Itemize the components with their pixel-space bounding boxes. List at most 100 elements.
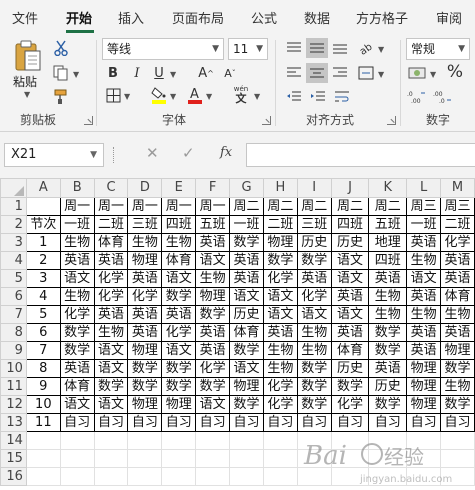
cell[interactable]: 生物 <box>440 305 475 324</box>
merge-dropdown-caret[interactable]: ▼ <box>378 70 384 79</box>
cell[interactable]: 生物 <box>59 233 95 252</box>
cell[interactable]: 体育 <box>59 377 95 396</box>
cell[interactable]: 语文 <box>262 287 298 306</box>
cell[interactable]: 语文 <box>229 287 264 306</box>
empty-cell[interactable] <box>229 467 264 486</box>
empty-cell[interactable] <box>195 431 231 450</box>
cell[interactable]: 自习 <box>262 413 298 432</box>
empty-cell[interactable] <box>59 449 95 468</box>
cell[interactable]: 化学 <box>262 377 298 396</box>
empty-cell[interactable] <box>127 467 163 486</box>
align-center-icon[interactable] <box>306 63 328 83</box>
cell[interactable]: 英语 <box>229 269 264 288</box>
cell[interactable]: 语文 <box>262 305 298 324</box>
tab-file[interactable]: 文件 <box>12 8 38 27</box>
cell[interactable]: 周二 <box>296 197 332 216</box>
column-header-g[interactable]: G <box>229 178 264 198</box>
empty-cell[interactable] <box>368 431 408 450</box>
cell[interactable]: 语文 <box>330 305 370 324</box>
phonetic-guide-icon[interactable]: wén 文 <box>230 84 252 106</box>
cell[interactable]: 体育 <box>229 323 264 342</box>
cell[interactable]: 数学 <box>330 377 370 396</box>
cell[interactable]: 语文 <box>59 395 95 414</box>
cell[interactable]: 英语 <box>368 269 408 288</box>
cell[interactable]: 数学 <box>368 395 408 414</box>
paste-icon[interactable] <box>10 38 46 74</box>
decrease-font-size-icon[interactable]: Aˇ <box>220 64 240 82</box>
empty-cell[interactable] <box>161 431 197 450</box>
cell[interactable]: 英语 <box>406 233 442 252</box>
empty-cell[interactable] <box>330 449 370 468</box>
cell[interactable]: 生物 <box>368 287 408 306</box>
cell[interactable]: 二班 <box>93 215 129 234</box>
cell[interactable]: 周一 <box>127 197 163 216</box>
cell[interactable]: 数学 <box>296 377 332 396</box>
decrease-decimal-icon[interactable]: .00.0 <box>432 88 454 106</box>
tab-home[interactable]: 开始 <box>66 8 92 27</box>
cell[interactable]: 3 <box>25 269 61 288</box>
cell[interactable]: 英语 <box>330 323 370 342</box>
cell[interactable]: 自习 <box>195 413 231 432</box>
column-header-l[interactable]: L <box>406 178 442 198</box>
align-middle-icon[interactable] <box>306 38 328 58</box>
cell[interactable]: 英语 <box>262 323 298 342</box>
accounting-dropdown-caret[interactable]: ▼ <box>430 70 436 79</box>
cell[interactable]: 语文 <box>195 251 231 270</box>
empty-cell[interactable] <box>59 467 95 486</box>
empty-cell[interactable] <box>296 467 332 486</box>
font-dialog-launcher-icon[interactable] <box>262 116 271 125</box>
cell[interactable]: 自习 <box>368 413 408 432</box>
row-header[interactable]: 7 <box>0 305 27 324</box>
cell[interactable]: 周一 <box>93 197 129 216</box>
empty-cell[interactable] <box>296 431 332 450</box>
cell[interactable]: 英语 <box>440 269 475 288</box>
cell[interactable]: 自习 <box>229 413 264 432</box>
cell[interactable]: 语文 <box>195 395 231 414</box>
cell[interactable]: 生物 <box>93 323 129 342</box>
font-color-icon[interactable]: A <box>186 85 204 105</box>
cell[interactable]: 周一 <box>195 197 231 216</box>
cell[interactable]: 数学 <box>59 341 95 360</box>
tab-page-layout[interactable]: 页面布局 <box>172 8 224 27</box>
cell[interactable]: 历史 <box>330 233 370 252</box>
cell[interactable]: 数学 <box>368 323 408 342</box>
cell[interactable]: 语文 <box>93 395 129 414</box>
cell[interactable]: 化学 <box>262 395 298 414</box>
cell[interactable]: 数学 <box>59 323 95 342</box>
cell[interactable]: 生物 <box>440 377 475 396</box>
cell[interactable]: 数学 <box>161 377 197 396</box>
font-size-select[interactable]: 11 ▼ <box>228 38 268 60</box>
column-header-a[interactable]: A <box>25 178 61 198</box>
empty-cell[interactable] <box>127 449 163 468</box>
empty-cell[interactable] <box>25 467 61 486</box>
cell[interactable]: 英语 <box>296 269 332 288</box>
cell[interactable]: 2 <box>25 251 61 270</box>
cell[interactable]: 5 <box>25 305 61 324</box>
cell[interactable]: 自习 <box>161 413 197 432</box>
cell[interactable]: 语文 <box>406 269 442 288</box>
underline-icon[interactable]: U <box>150 64 168 82</box>
align-left-icon[interactable] <box>284 64 304 82</box>
tab-fangfang-gezi[interactable]: 方方格子 <box>356 8 408 27</box>
cell[interactable]: 生物 <box>368 305 408 324</box>
cell[interactable]: 自习 <box>296 413 332 432</box>
wrap-text-icon[interactable] <box>332 88 352 106</box>
cell[interactable]: 化学 <box>330 395 370 414</box>
column-header-b[interactable]: B <box>59 178 95 198</box>
cell[interactable]: 自习 <box>440 413 475 432</box>
cell[interactable]: 数学 <box>195 305 231 324</box>
row-header[interactable]: 3 <box>0 233 27 252</box>
cell[interactable]: 二班 <box>440 215 475 234</box>
empty-cell[interactable] <box>127 431 163 450</box>
column-header-j[interactable]: J <box>330 178 370 198</box>
empty-cell[interactable] <box>25 431 61 450</box>
row-header[interactable]: 14 <box>0 431 27 450</box>
row-header[interactable]: 5 <box>0 269 27 288</box>
cell[interactable]: 英语 <box>330 287 370 306</box>
cell[interactable]: 生物 <box>296 341 332 360</box>
cell[interactable]: 物理 <box>195 287 231 306</box>
align-bottom-icon[interactable] <box>330 39 350 57</box>
cell[interactable]: 语文 <box>93 359 129 378</box>
cell[interactable]: 物理 <box>406 377 442 396</box>
alignment-dialog-launcher-icon[interactable] <box>387 116 396 125</box>
